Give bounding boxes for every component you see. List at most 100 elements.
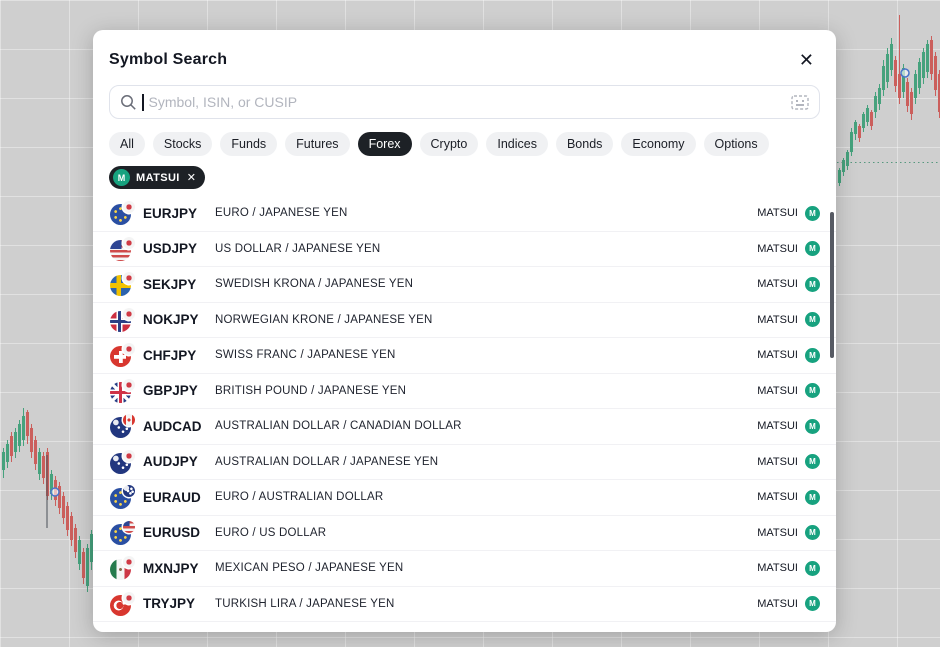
currency-pair-flag-icon	[109, 237, 143, 261]
filter-tab-forex[interactable]: Forex	[358, 132, 412, 156]
symbol-name: GBPJPY	[143, 383, 215, 398]
exchange-source-label: MATSUI	[757, 349, 798, 361]
search-input[interactable]	[149, 94, 787, 110]
symbol-row-gbpjpy[interactable]: GBPJPY BRITISH POUND / JAPANESE YEN MATS…	[93, 374, 836, 410]
currency-pair-flag-icon	[109, 343, 143, 367]
symbol-row-mxnjpy[interactable]: MXNJPY MEXICAN PESO / JAPANESE YEN MATSU…	[93, 551, 836, 587]
text-caret	[142, 94, 144, 111]
exchange-badge-icon: M	[805, 312, 820, 327]
filter-tab-futures[interactable]: Futures	[285, 132, 349, 156]
symbol-row-chfjpy[interactable]: CHFJPY SWISS FRANC / JAPANESE YEN MATSUI…	[93, 338, 836, 374]
scrollbar-thumb[interactable]	[830, 212, 834, 358]
symbol-result-list: EURJPY EURO / JAPANESE YEN MATSUI M USDJ…	[93, 196, 836, 622]
symbol-description: SWISS FRANC / JAPANESE YEN	[215, 349, 757, 361]
source-filter-chip[interactable]: M MATSUI ✕	[109, 166, 205, 189]
currency-pair-flag-icon	[109, 450, 143, 474]
currency-pair-flag-icon	[109, 414, 143, 438]
filter-tab-crypto[interactable]: Crypto	[420, 132, 479, 156]
symbol-description: EURO / AUSTRALIAN DOLLAR	[215, 491, 757, 503]
symbol-row-audjpy[interactable]: AUDJPY AUSTRALIAN DOLLAR / JAPANESE YEN …	[93, 445, 836, 481]
virtual-keyboard-icon[interactable]	[791, 95, 809, 110]
symbol-row-usdjpy[interactable]: USDJPY US DOLLAR / JAPANESE YEN MATSUI M	[93, 232, 836, 268]
exchange-badge-icon: M	[805, 277, 820, 292]
filter-tab-economy[interactable]: Economy	[621, 132, 695, 156]
symbol-name: MXNJPY	[143, 561, 215, 576]
exchange-badge-icon: M	[805, 206, 820, 221]
exchange-source-label: MATSUI	[757, 562, 798, 574]
page-title: Symbol Search	[109, 51, 227, 69]
filter-tab-funds[interactable]: Funds	[220, 132, 277, 156]
symbol-description: NORWEGIAN KRONE / JAPANESE YEN	[215, 314, 757, 326]
symbol-name: CHFJPY	[143, 348, 215, 363]
exchange-source-label: MATSUI	[757, 491, 798, 503]
symbol-name: AUDJPY	[143, 454, 215, 469]
symbol-description: AUSTRALIAN DOLLAR / CANADIAN DOLLAR	[215, 420, 757, 432]
filter-tab-all[interactable]: All	[109, 132, 145, 156]
symbol-name: EURJPY	[143, 206, 215, 221]
symbol-row-tryjpy[interactable]: TRYJPY TURKISH LIRA / JAPANESE YEN MATSU…	[93, 587, 836, 623]
symbol-row-sekjpy[interactable]: SEKJPY SWEDISH KRONA / JAPANESE YEN MATS…	[93, 267, 836, 303]
symbol-description: US DOLLAR / JAPANESE YEN	[215, 243, 757, 255]
exchange-badge-icon: M	[805, 383, 820, 398]
dialog-header: Symbol Search ✕	[93, 30, 836, 77]
currency-pair-flag-icon	[109, 485, 143, 509]
symbol-name: AUDCAD	[143, 419, 215, 434]
exchange-badge-icon: M	[805, 348, 820, 363]
currency-pair-flag-icon	[109, 308, 143, 332]
exchange-badge-icon: M	[805, 419, 820, 434]
exchange-source-label: MATSUI	[757, 243, 798, 255]
search-icon	[120, 94, 137, 111]
currency-pair-flag-icon	[109, 521, 143, 545]
symbol-name: NOKJPY	[143, 312, 215, 327]
symbol-row-euraud[interactable]: EURAUD EURO / AUSTRALIAN DOLLAR MATSUI M	[93, 480, 836, 516]
exchange-source-label: MATSUI	[757, 385, 798, 397]
exchange-badge-icon: M	[805, 490, 820, 505]
exchange-source-label: MATSUI	[757, 420, 798, 432]
symbol-name: TRYJPY	[143, 596, 215, 611]
symbol-description: EURO / US DOLLAR	[215, 527, 757, 539]
chip-label: MATSUI	[136, 172, 180, 184]
symbol-name: USDJPY	[143, 241, 215, 256]
exchange-badge-icon: M	[805, 525, 820, 540]
symbol-description: AUSTRALIAN DOLLAR / JAPANESE YEN	[215, 456, 757, 468]
symbol-search-dialog: Symbol Search ✕ All Stocks Funds Futures For…	[93, 30, 836, 632]
exchange-badge-icon: M	[805, 454, 820, 469]
search-box[interactable]	[109, 85, 820, 119]
symbol-row-audcad[interactable]: AUDCAD AUSTRALIAN DOLLAR / CANADIAN DOLL…	[93, 409, 836, 445]
symbol-description: TURKISH LIRA / JAPANESE YEN	[215, 598, 757, 610]
symbol-row-nokjpy[interactable]: NOKJPY NORWEGIAN KRONE / JAPANESE YEN MA…	[93, 303, 836, 339]
currency-pair-flag-icon	[109, 379, 143, 403]
exchange-source-label: MATSUI	[757, 278, 798, 290]
matsui-badge-icon: M	[113, 169, 130, 186]
currency-pair-flag-icon	[109, 556, 143, 580]
symbol-description: EURO / JAPANESE YEN	[215, 207, 757, 219]
symbol-description: BRITISH POUND / JAPANESE YEN	[215, 385, 757, 397]
symbol-description: SWEDISH KRONA / JAPANESE YEN	[215, 278, 757, 290]
symbol-name: EURAUD	[143, 490, 215, 505]
close-button[interactable]: ✕	[795, 49, 818, 71]
filter-tab-bonds[interactable]: Bonds	[556, 132, 613, 156]
chip-remove-icon[interactable]: ✕	[187, 171, 196, 184]
exchange-source-label: MATSUI	[757, 598, 798, 610]
symbol-row-eurjpy[interactable]: EURJPY EURO / JAPANESE YEN MATSUI M	[93, 196, 836, 232]
exchange-source-label: MATSUI	[757, 456, 798, 468]
active-filter-row: M MATSUI ✕	[109, 166, 820, 189]
symbol-name: EURUSD	[143, 525, 215, 540]
symbol-description: MEXICAN PESO / JAPANESE YEN	[215, 562, 757, 574]
exchange-badge-icon: M	[805, 596, 820, 611]
exchange-badge-icon: M	[805, 561, 820, 576]
exchange-badge-icon: M	[805, 241, 820, 256]
currency-pair-flag-icon	[109, 272, 143, 296]
exchange-source-label: MATSUI	[757, 207, 798, 219]
close-icon: ✕	[799, 50, 814, 70]
filter-tab-indices[interactable]: Indices	[486, 132, 548, 156]
filter-tab-options[interactable]: Options	[704, 132, 769, 156]
currency-pair-flag-icon	[109, 592, 143, 616]
filter-tabs: All Stocks Funds Futures Forex Crypto Indices B…	[109, 132, 820, 156]
filter-tab-stocks[interactable]: Stocks	[153, 132, 213, 156]
symbol-name: SEKJPY	[143, 277, 215, 292]
currency-pair-flag-icon	[109, 201, 143, 225]
exchange-source-label: MATSUI	[757, 314, 798, 326]
symbol-row-eurusd[interactable]: EURUSD EURO / US DOLLAR MATSUI M	[93, 516, 836, 552]
exchange-source-label: MATSUI	[757, 527, 798, 539]
